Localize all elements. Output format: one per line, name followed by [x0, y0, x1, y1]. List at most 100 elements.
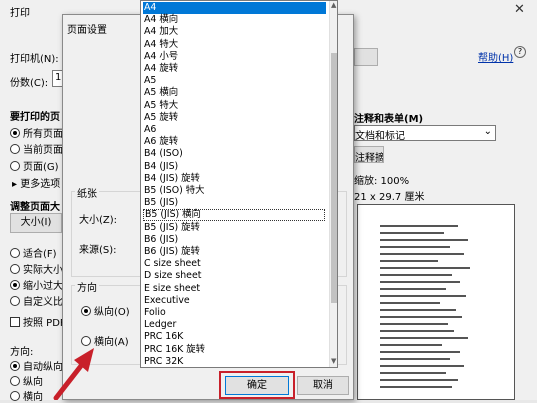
- radio-fit[interactable]: 适合(F): [10, 245, 57, 260]
- radio-dot-icon: [10, 361, 20, 371]
- paper-size-option[interactable]: A5: [143, 75, 156, 87]
- radio-page-range[interactable]: 页面(G): [10, 158, 59, 173]
- pages-heading: 要打印的页: [10, 112, 60, 123]
- annotation-summary-button[interactable]: 注释摘要(Y): [354, 146, 384, 163]
- checkbox-icon: [10, 317, 20, 327]
- paper-size-option[interactable]: E size sheet: [143, 283, 200, 295]
- annotations-heading: 注释和表单(M): [354, 114, 424, 125]
- paper-size-option[interactable]: A4 小号: [143, 51, 178, 63]
- scroll-up-icon[interactable]: ▲: [331, 1, 336, 9]
- radio-dot-icon: [10, 144, 20, 154]
- radio-dot-icon: [10, 128, 20, 138]
- radio-dot-icon: [10, 248, 20, 258]
- more-options-toggle[interactable]: ▸ 更多选项: [12, 175, 60, 190]
- preview-text-line: [380, 302, 440, 304]
- preview-text-line: [380, 379, 458, 381]
- radio-landscape[interactable]: 横向: [10, 388, 43, 403]
- preview-text-line: [380, 330, 454, 332]
- radio-shrink-oversized[interactable]: 缩小过大: [10, 277, 63, 292]
- preview-text-line: [380, 295, 466, 297]
- paper-size-option[interactable]: A4 旋转: [143, 63, 178, 75]
- preview-text-line: [380, 288, 446, 290]
- paper-size-dropdown-list[interactable]: A4 A4 横向 A4 加大 A4 特大 A4 小号 A4 旋转 A5 A5 横向 A5 特大 A…: [140, 0, 338, 368]
- page-setup-title: 页面设置: [67, 25, 107, 36]
- preview-text-line: [380, 274, 452, 276]
- preview-text-line: [380, 337, 468, 339]
- paper-size-option[interactable]: PRC 32K: [143, 356, 183, 367]
- chevron-down-icon: ⌄: [483, 126, 492, 137]
- paper-size-option[interactable]: PRC 16K: [143, 331, 183, 343]
- preview-text-line: [380, 239, 468, 241]
- orientation-group-label: 方向: [75, 279, 99, 294]
- paper-size-option[interactable]: B5 (JIS) 旋转: [143, 222, 200, 234]
- paper-size-option[interactable]: B4 (ISO): [143, 148, 183, 160]
- preview-text-line: [380, 344, 442, 346]
- radio-current-page[interactable]: 当前页面: [10, 141, 63, 156]
- preview-text-line: [380, 365, 464, 367]
- paper-size-option[interactable]: A5 横向: [143, 87, 178, 99]
- preview-text-line: [380, 281, 460, 283]
- paper-size-option[interactable]: A4 加大: [143, 26, 178, 38]
- paper-size-option[interactable]: A5 旋转: [143, 112, 178, 124]
- scroll-thumb[interactable]: [331, 53, 337, 303]
- preview-text-line: [380, 260, 438, 262]
- radio-all-pages[interactable]: 所有页面: [10, 125, 63, 140]
- preview-text-line: [380, 225, 458, 227]
- paper-group-label: 纸张: [75, 185, 99, 200]
- paper-size-option[interactable]: C size sheet: [143, 258, 201, 270]
- paper-size-option[interactable]: B4 (JIS) 旋转: [143, 173, 200, 185]
- radio-setup-portrait[interactable]: 纵向(O): [81, 303, 130, 318]
- paper-size-option[interactable]: B4 (JIS): [143, 161, 178, 173]
- dropdown-scrollbar[interactable]: ▲ ▼: [329, 1, 337, 367]
- paper-size-option[interactable]: B5 (ISO) 特大: [143, 185, 205, 197]
- preview-text-line: [380, 372, 446, 374]
- radio-custom-scale[interactable]: 自定义比: [10, 293, 63, 308]
- radio-dot-icon: [81, 306, 91, 316]
- paper-size-option[interactable]: PRC 16K 旋转: [143, 344, 205, 356]
- radio-dot-icon: [10, 280, 20, 290]
- paper-size-option[interactable]: A5 特大: [143, 100, 178, 112]
- paper-size-option[interactable]: A4: [143, 2, 326, 14]
- adjust-heading: 调整页面大: [10, 202, 60, 213]
- help-link[interactable]: 帮助(H): [478, 49, 513, 64]
- printer-properties-button[interactable]: [354, 48, 378, 66]
- paper-size-option[interactable]: D size sheet: [143, 270, 201, 282]
- annotations-select[interactable]: 文档和标记 ⌄: [354, 125, 496, 142]
- source-label: 来源(S):: [79, 245, 117, 256]
- preview-text-line: [380, 232, 444, 234]
- size-readout: 21 x 29.7 厘米: [354, 192, 425, 203]
- cancel-button[interactable]: 取消: [297, 376, 349, 395]
- print-dialog-title: 打印: [10, 8, 30, 19]
- paper-size-option[interactable]: A6: [143, 124, 156, 136]
- preview-text-line: [380, 323, 448, 325]
- scroll-down-icon[interactable]: ▼: [331, 357, 336, 365]
- checkbox-pdf-page-size[interactable]: 按照 PDF: [10, 314, 66, 329]
- radio-actual-size[interactable]: 实际大小: [10, 261, 63, 276]
- paper-size-option[interactable]: B6 (JIS) 旋转: [143, 246, 200, 258]
- scale-readout: 缩放: 100%: [354, 176, 410, 187]
- orientation-heading: 方向:: [10, 347, 34, 358]
- preview-text-line: [380, 253, 464, 255]
- help-icon[interactable]: ?: [514, 46, 526, 58]
- paper-size-option[interactable]: A4 横向: [143, 14, 178, 26]
- preview-text-line: [380, 358, 450, 360]
- preview-text-line: [380, 309, 456, 311]
- paper-size-option[interactable]: A4 特大: [143, 39, 178, 51]
- paper-size-option[interactable]: Ledger: [143, 319, 176, 331]
- preview-text-line: [380, 267, 470, 269]
- print-preview-page: [357, 204, 515, 400]
- ok-button[interactable]: 确定: [225, 376, 289, 395]
- size-button[interactable]: 大小(I): [10, 213, 62, 233]
- paper-size-option[interactable]: A6 旋转: [143, 136, 178, 148]
- radio-dot-icon: [10, 376, 20, 386]
- copies-label: 份数(C):: [10, 78, 49, 89]
- close-icon[interactable]: ✕: [514, 2, 525, 17]
- preview-text-line: [380, 386, 452, 388]
- paper-size-option[interactable]: B5 (JIS) 横向: [143, 209, 325, 222]
- radio-dot-icon: [10, 264, 20, 274]
- radio-portrait[interactable]: 纵向: [10, 373, 43, 388]
- paper-size-option[interactable]: B6 (JIS): [143, 234, 178, 246]
- paper-size-option[interactable]: Executive: [143, 295, 190, 307]
- paper-size-option[interactable]: Folio: [143, 307, 166, 319]
- paper-size-option[interactable]: B5 (JIS): [143, 197, 178, 209]
